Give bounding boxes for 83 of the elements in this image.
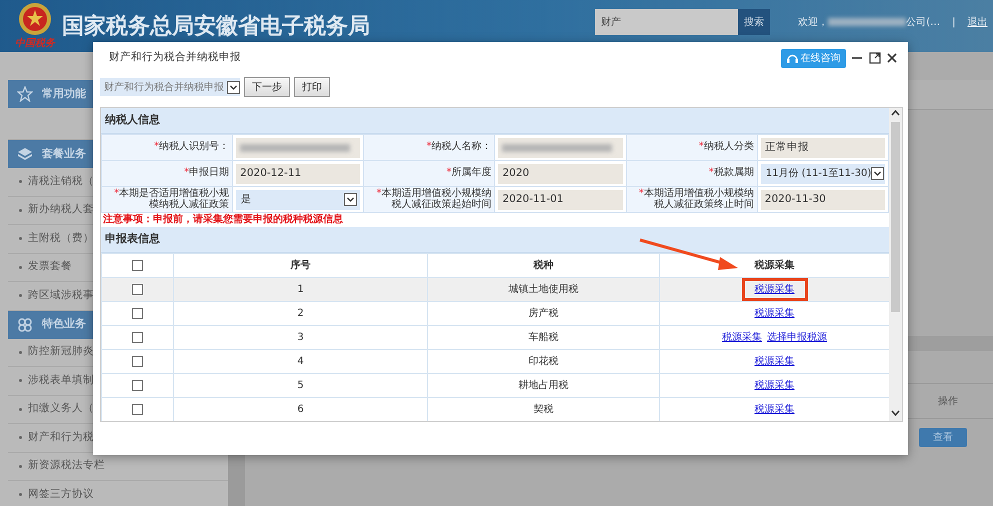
- toolbar-button[interactable]: 打印: [294, 77, 330, 97]
- search-button[interactable]: 搜索: [738, 9, 770, 35]
- search-field[interactable]: 财产: [595, 9, 738, 35]
- close-icon[interactable]: [886, 52, 898, 64]
- bullet-icon: [19, 294, 22, 298]
- field-label: *本期是否适用增值税小规模纳税人减征政策: [102, 186, 233, 212]
- bullet-icon: [19, 464, 22, 468]
- scrollbar[interactable]: [889, 108, 902, 421]
- field-label: *本期适用增值税小规模纳税人减征政策终止时间: [626, 186, 758, 212]
- section-header: 申报表信息: [101, 227, 889, 253]
- bullet-icon: [19, 493, 22, 496]
- table-cell: 4: [174, 350, 428, 374]
- bullet-icon: [19, 180, 22, 184]
- value-field: 2020: [498, 164, 623, 184]
- field-label: *税款属期: [626, 160, 758, 186]
- emblem-icon: [18, 2, 52, 36]
- bullet-icon: [19, 408, 22, 411]
- checkbox[interactable]: [132, 284, 143, 295]
- value-field: 2020-11-30: [760, 190, 885, 210]
- form-select-field[interactable]: 财产和行为税合并纳税申报: [100, 78, 240, 96]
- field-label: *申报日期: [102, 160, 233, 186]
- maximize-icon[interactable]: [868, 52, 880, 64]
- section-header: 纳税人信息: [101, 108, 889, 134]
- table-cell: 3: [174, 326, 428, 350]
- bullet-icon: [19, 208, 22, 212]
- table-cell: 印花税: [428, 350, 660, 374]
- bullet-icon: [19, 350, 22, 354]
- group-label: 常用功能: [42, 86, 86, 102]
- checkbox[interactable]: [132, 332, 143, 343]
- logo-text: 中国税务: [15, 36, 55, 50]
- field-label: *纳税人识别号：: [102, 134, 233, 160]
- checkbox[interactable]: [132, 380, 143, 391]
- bullet-icon: [19, 237, 22, 240]
- field-label: *纳税人名称：: [364, 134, 495, 160]
- logout-link[interactable]: 退出: [968, 14, 988, 30]
- checkbox[interactable]: [132, 356, 143, 367]
- checkbox[interactable]: [132, 308, 143, 319]
- table-cell: 1: [174, 278, 428, 302]
- link[interactable]: 税源采集: [754, 354, 794, 369]
- table-cell: 2: [174, 302, 428, 326]
- column-header: 操作: [938, 394, 958, 408]
- clover-icon: [17, 316, 33, 332]
- company-name: 公司(…: [906, 16, 940, 30]
- highlighted-link[interactable]: 税源采集: [742, 278, 808, 301]
- link[interactable]: 税源采集: [754, 306, 794, 321]
- table-cell: 城镇土地使用税: [428, 278, 660, 302]
- notice-text: 注意事项：申报前，请采集您需要申报的税种税源信息: [102, 213, 344, 227]
- table-cell: 房产税: [428, 302, 660, 326]
- link[interactable]: 税源采集: [754, 402, 794, 417]
- toolbar-button[interactable]: 下一步: [244, 77, 290, 97]
- separator: |: [952, 16, 956, 30]
- field-label: *所属年度: [364, 160, 495, 186]
- column-header: 税种: [428, 254, 660, 278]
- dialog-title: 财产和行为税合并纳税申报: [109, 50, 241, 66]
- chevron-down-icon[interactable]: [871, 167, 884, 180]
- table-cell: 5: [174, 374, 428, 398]
- star-icon: [17, 86, 33, 102]
- chevron-down-icon[interactable]: [227, 80, 240, 94]
- value-field: 正常申报: [760, 138, 885, 158]
- value-field: 2020-12-11: [236, 164, 360, 184]
- checkbox[interactable]: [132, 404, 143, 415]
- table-cell: 车船税: [428, 326, 660, 350]
- checkbox[interactable]: [132, 260, 143, 271]
- group-label: 特色业务: [42, 316, 86, 332]
- column-header: 序号: [174, 254, 428, 278]
- bullet-icon: [19, 436, 22, 440]
- link[interactable]: 税源采集: [722, 330, 762, 345]
- select-field[interactable]: 11月份 (11-1至11-30): [760, 164, 885, 184]
- welcome-text: 欢迎，: [798, 16, 828, 30]
- group-label: 套餐业务: [42, 146, 86, 162]
- site-title: 国家税务总局安徽省电子税务局: [62, 12, 370, 40]
- field-label: *本期适用增值税小规模纳税人减征政策起始时间: [364, 186, 495, 212]
- scrollbar-thumb[interactable]: [891, 122, 900, 312]
- value-field: 2020-11-01: [498, 190, 623, 210]
- bullet-icon: [19, 266, 22, 269]
- field-label: *纳税人分类: [626, 134, 758, 160]
- chevron-down-icon[interactable]: [344, 193, 358, 206]
- link[interactable]: 税源采集: [754, 378, 794, 393]
- bullet-icon: [19, 379, 22, 382]
- layers-icon: [17, 146, 33, 162]
- select-field[interactable]: 是: [236, 190, 360, 210]
- link[interactable]: 选择申报税源: [767, 330, 827, 345]
- table-cell: 耕地占用税: [428, 374, 660, 398]
